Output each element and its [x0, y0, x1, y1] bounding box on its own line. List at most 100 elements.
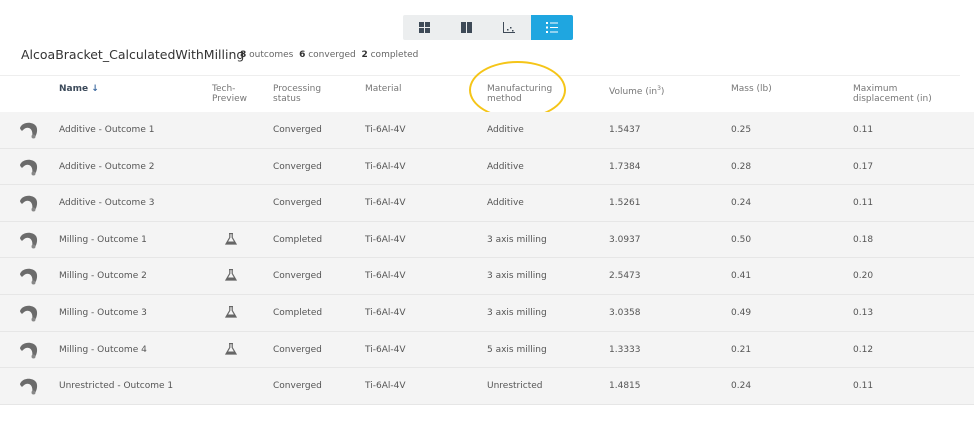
- cell-method: 3 axis milling: [487, 271, 547, 282]
- cell-material: Ti-6Al-4V: [365, 381, 406, 392]
- cell-name: Additive - Outcome 3: [59, 198, 155, 209]
- cell-name: Unrestricted - Outcome 1: [59, 381, 174, 392]
- columns-icon: [461, 22, 473, 33]
- cell-mass: 0.25: [731, 125, 752, 135]
- cell-name: Milling - Outcome 3: [59, 307, 147, 318]
- outcome-thumbnail-icon: [18, 341, 40, 359]
- view-switcher: [403, 15, 573, 40]
- cell-status: Converged: [273, 161, 322, 172]
- cell-name: Milling - Outcome 1: [59, 234, 147, 245]
- scatter-view-button[interactable]: [488, 15, 531, 40]
- table-row[interactable]: Unrestricted - Outcome 1 Converged Ti-6Al-…: [0, 368, 974, 405]
- cell-volume: 1.4815: [609, 381, 641, 392]
- cell-mass: 0.49: [731, 307, 752, 318]
- cell-status: Completed: [273, 234, 323, 245]
- header-mass[interactable]: Mass (lb): [731, 84, 772, 94]
- outcomes-label: outcomes: [249, 50, 294, 60]
- cell-method: Additive: [487, 125, 524, 135]
- converged-count: 6: [299, 50, 306, 60]
- cell-name: Milling - Outcome 4: [59, 344, 147, 355]
- cell-mass: 0.24: [731, 198, 752, 209]
- list-view-button[interactable]: [530, 15, 573, 40]
- header-volume-end: ): [660, 87, 665, 97]
- outcome-thumbnail-icon: [18, 158, 40, 176]
- table-row[interactable]: Milling - Outcome 3 Completed Ti-6Al-4V 3 a…: [0, 294, 974, 332]
- table-row[interactable]: Milling - Outcome 4 Converged Ti-6Al-4V 5 a…: [0, 331, 974, 369]
- cell-volume: 2.5473: [609, 271, 641, 282]
- header-disp-line2: displacement (in): [853, 94, 932, 104]
- cell-disp: 0.12: [853, 344, 874, 355]
- completed-count: 2: [361, 50, 368, 60]
- table-row[interactable]: Additive - Outcome 1 Converged Ti-6Al-4V Ad…: [0, 112, 974, 149]
- header-status-line2: status: [273, 94, 301, 104]
- header-volume[interactable]: Volume (in3): [609, 84, 664, 97]
- table-row[interactable]: Milling - Outcome 1 Completed Ti-6Al-4V 3 a…: [0, 221, 974, 259]
- cell-volume: 1.5261: [609, 198, 641, 209]
- cell-material: Ti-6Al-4V: [365, 307, 406, 318]
- cell-mass: 0.50: [731, 234, 752, 245]
- cell-volume: 1.5437: [609, 125, 641, 135]
- header-name-label: Name: [59, 84, 89, 94]
- cell-material: Ti-6Al-4V: [365, 271, 406, 282]
- list-icon: [545, 22, 558, 33]
- outcome-thumbnail-icon: [18, 377, 40, 395]
- cell-mass: 0.28: [731, 161, 752, 172]
- outcome-thumbnail-icon: [18, 304, 40, 322]
- cell-name: Milling - Outcome 2: [59, 271, 147, 282]
- grid-icon: [418, 22, 430, 33]
- tech-preview-flask-icon: [224, 269, 238, 284]
- table-row[interactable]: Additive - Outcome 2 Converged Ti-6Al-4V Ad…: [0, 148, 974, 186]
- header-disp-line1: Maximum: [853, 84, 898, 94]
- cell-mass: 0.21: [731, 344, 752, 355]
- cell-disp: 0.11: [853, 198, 874, 209]
- cell-material: Ti-6Al-4V: [365, 125, 406, 135]
- outcome-thumbnail-icon: [18, 231, 40, 249]
- cell-status: Converged: [273, 125, 322, 135]
- cell-material: Ti-6Al-4V: [365, 234, 406, 245]
- header-tech-line1: Tech-: [212, 84, 236, 94]
- cell-disp: 0.13: [853, 307, 874, 318]
- cell-method: 3 axis milling: [487, 307, 547, 318]
- converged-label: converged: [308, 50, 356, 60]
- header-processing-status[interactable]: Processing status: [273, 84, 321, 104]
- outcome-thumbnail-icon: [18, 121, 40, 139]
- outcome-thumbnail-icon: [18, 267, 40, 285]
- header-tech-line2: Preview: [212, 94, 248, 104]
- cell-mass: 0.41: [731, 271, 752, 282]
- cell-volume: 3.0358: [609, 307, 641, 318]
- tech-preview-flask-icon: [224, 342, 238, 358]
- cell-status: Converged: [273, 381, 322, 392]
- cell-volume: 1.7384: [609, 161, 641, 172]
- header-material[interactable]: Material: [365, 84, 402, 94]
- cell-method: Additive: [487, 198, 524, 209]
- header-status-line1: Processing: [273, 84, 322, 94]
- header-tech-preview[interactable]: Tech- Preview: [212, 84, 247, 104]
- header-name[interactable]: Name ↓: [59, 84, 99, 94]
- cell-disp: 0.17: [853, 161, 874, 172]
- cell-status: Converged: [273, 344, 322, 355]
- header-max-displacement[interactable]: Maximum displacement (in): [853, 84, 932, 104]
- header-volume-label: Volume (in: [609, 87, 658, 97]
- study-title: AlcoaBracket_CalculatedWithMilling: [21, 47, 245, 62]
- outcomes-count: 8: [240, 50, 247, 60]
- outcome-stats: 8 outcomes 6 converged 2 completed: [240, 50, 418, 60]
- cell-name: Additive - Outcome 1: [59, 125, 155, 135]
- cell-disp: 0.20: [853, 271, 874, 282]
- cell-status: Converged: [273, 271, 322, 282]
- columns-view-button[interactable]: [446, 15, 489, 40]
- completed-label: completed: [370, 50, 419, 60]
- cell-disp: 0.18: [853, 234, 874, 245]
- outcomes-table-body: Additive - Outcome 1 Converged Ti-6Al-4V Ad…: [0, 112, 974, 405]
- cell-volume: 1.3333: [609, 344, 641, 355]
- cell-status: Completed: [273, 307, 323, 318]
- outcome-thumbnail-icon: [18, 194, 40, 212]
- sort-down-arrow-icon: ↓: [91, 84, 99, 94]
- cell-material: Ti-6Al-4V: [365, 344, 406, 355]
- cell-method: Additive: [487, 161, 524, 172]
- cell-volume: 3.0937: [609, 234, 641, 245]
- cell-method: 3 axis milling: [487, 234, 547, 245]
- table-row[interactable]: Additive - Outcome 3 Converged Ti-6Al-4V Ad…: [0, 185, 974, 222]
- table-row[interactable]: Milling - Outcome 2 Converged Ti-6Al-4V 3 a…: [0, 258, 974, 295]
- grid-view-button[interactable]: [403, 15, 446, 40]
- cell-method: 5 axis milling: [487, 344, 547, 355]
